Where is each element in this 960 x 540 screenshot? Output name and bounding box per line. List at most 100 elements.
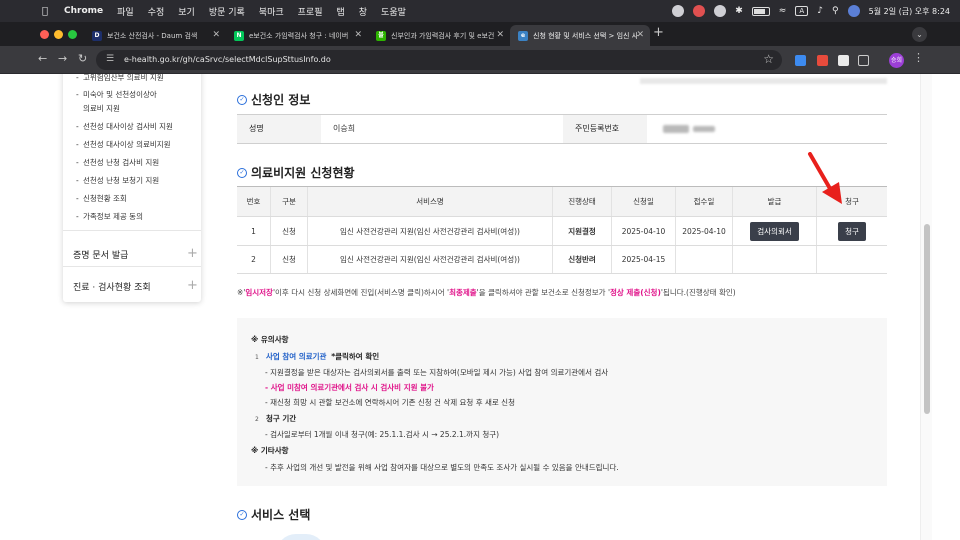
divider [63, 230, 201, 231]
table-row: 2 신청 임신 사전건강관리 지원(임신 사전건강관리 검사비(여성)) 신청반… [237, 246, 887, 274]
expand-plus-icon[interactable]: + [187, 246, 198, 261]
tab-title: 신청 현황 및 서비스 선택 > 임신 사 [533, 31, 639, 40]
scrollbar-thumb[interactable] [924, 224, 930, 414]
download-extension-icon[interactable] [795, 55, 806, 66]
table-row: 1 신청 임신 사전건강관리 지원(임신 사전건강관리 검사비(여성)) 지원결… [237, 217, 887, 246]
close-window-icon[interactable] [40, 30, 49, 39]
tab-favicon: e [518, 30, 528, 41]
profile-avatar[interactable]: 승희 [889, 53, 904, 68]
check-circle-icon: ✓ [237, 167, 247, 178]
menu-help[interactable]: 도움말 [381, 5, 406, 18]
menu-view[interactable]: 보기 [178, 5, 195, 18]
close-tab-icon[interactable]: ✕ [354, 30, 362, 40]
test-referral-button[interactable]: 검사의뢰서 [750, 221, 799, 241]
close-tab-icon[interactable]: ✕ [496, 30, 504, 40]
row-type: 신청 [270, 217, 307, 245]
tab-title: e보건소 가임력검사 청구 : 네이버 [249, 31, 349, 40]
chrome-menu-icon[interactable]: ⋮ [913, 51, 924, 64]
temporary-save-note: ※'임시저장'이후 다시 신청 상세화면에 진입(서비스명 클릭)하시어 '최종… [237, 288, 736, 297]
menubar-datetime[interactable]: 5월 2일 (금) 오후 8:24 [869, 6, 950, 17]
zoom-window-icon[interactable] [68, 30, 77, 39]
volume-icon[interactable]: ♪ [817, 6, 823, 16]
close-tab-icon[interactable]: ✕ [636, 30, 644, 40]
application-status-table: 번호 구분 서비스명 진행상태 신청일 접수일 발급 청구 1 신청 임신 사전… [237, 186, 887, 274]
menu-tab[interactable]: 탭 [336, 5, 344, 18]
sidebar-item-family-consent[interactable]: - 가족정보 제공 동의 [76, 211, 143, 223]
apple-icon[interactable]:  [42, 6, 56, 17]
issue-cell [732, 246, 816, 273]
sidebar-item-hearing-test[interactable]: - 선천성 난청 검사비 지원 [76, 157, 159, 169]
forward-arrow-icon[interactable]: → [58, 52, 67, 65]
tab-naver[interactable]: N e보건소 가임력검사 청구 : 네이버 ✕ [226, 25, 368, 46]
service-name-link[interactable]: 임신 사전건강관리 지원(임신 사전건강관리 검사비(여성)) [307, 217, 552, 245]
received-date: 2025-04-10 [675, 217, 732, 245]
address-bar[interactable]: ☰ e-health.go.kr/gh/caSrvc/selectMdclSup… [96, 50, 782, 70]
control-center-icon[interactable] [847, 5, 860, 17]
menu-profiles[interactable]: 프로필 [298, 5, 323, 18]
col-header: 서비스명 [307, 187, 552, 216]
minimize-window-icon[interactable] [54, 30, 63, 39]
service-name-link[interactable]: 임신 사전건강관리 지원(임신 사전건강관리 검사비(여성)) [307, 246, 552, 273]
keyboard-input-icon[interactable]: A [795, 6, 809, 16]
status-area: ✱ ≈ A ♪ ⚲ 5월 2일 (금) 오후 8:24 [672, 0, 950, 22]
tab-title: 보건소 산전검사 - Daum 검색 [107, 31, 198, 40]
participating-hospital-link[interactable]: 사업 참여 의료기관 [266, 352, 326, 361]
status-record-icon[interactable] [693, 5, 706, 17]
url-text[interactable]: e-health.go.kr/gh/caSrvc/selectMdclSupSt… [124, 55, 331, 64]
tab-title: 신부인과 가임력검사 후기 및 e보건 [391, 31, 495, 40]
close-tab-icon[interactable]: ✕ [212, 30, 220, 40]
sidebar-section-certificate[interactable]: 증명 문서 발급 + [73, 246, 201, 262]
sidebar-item-premature-infant-cont[interactable]: 의료비 지원 [83, 103, 120, 115]
status-chat-icon[interactable] [714, 5, 727, 17]
menu-window[interactable]: 창 [359, 5, 367, 18]
tab-search-chevron-icon[interactable]: ⌄ [912, 27, 927, 42]
status-badge: 지원결정 [552, 217, 611, 245]
menu-file[interactable]: 파일 [117, 5, 134, 18]
other-notes-title: ※ 기타사항 [251, 446, 289, 455]
status-app-icon[interactable] [672, 5, 685, 17]
site-info-icon[interactable]: ☰ [106, 54, 118, 66]
sidebar-item-application-status[interactable]: - 신청현황 조회 [76, 193, 127, 205]
reload-icon[interactable]: ↻ [78, 52, 87, 65]
row-type: 신청 [270, 246, 307, 273]
sidebar-item-metabolic-medical[interactable]: - 선천성 대사이상 의료비지원 [76, 139, 171, 151]
wifi-icon[interactable]: ≈ [779, 6, 787, 16]
tab-favicon: N [234, 30, 244, 41]
col-header: 신청일 [611, 187, 675, 216]
extension-icon[interactable] [838, 55, 849, 66]
received-date [675, 246, 732, 273]
back-arrow-icon[interactable]: ← [38, 52, 47, 65]
tab-blog[interactable]: 블 신부인과 가임력검사 후기 및 e보건 ✕ [368, 25, 510, 46]
applied-date: 2025-04-10 [611, 217, 675, 245]
menu-edit[interactable]: 수정 [148, 5, 165, 18]
sidebar-item-hearing-aid[interactable]: - 선천성 난청 보청기 지원 [76, 175, 159, 187]
claim-button[interactable]: 청구 [838, 221, 866, 241]
expand-plus-icon[interactable]: + [187, 278, 198, 293]
menu-history[interactable]: 방문 기록 [209, 5, 245, 18]
macos-menubar:  Chrome 파일 수정 보기 방문 기록 북마크 프로필 탭 창 도움말 … [0, 0, 960, 22]
bluetooth-icon[interactable]: ✱ [735, 6, 743, 16]
rrn-label: 주민등록번호 [563, 115, 647, 143]
sidebar-item-high-risk-pregnancy[interactable]: - 고위험임산부 의료비 지원 [76, 74, 164, 84]
applicant-info-table: 성명 이승희 주민등록번호 [237, 114, 887, 144]
bookmark-star-icon[interactable]: ☆ [763, 52, 774, 66]
menu-bookmarks[interactable]: 북마크 [259, 5, 284, 18]
col-header: 접수일 [675, 187, 732, 216]
sidebar-section-exam-history[interactable]: 진료 · 검사현황 조회 + [73, 278, 201, 294]
row-number: 1 [251, 226, 256, 236]
sidebar-menu: - 고위험임산부 의료비 지원 - 미숙아 및 선천성이상아 의료비 지원 - 선천성… [63, 74, 201, 302]
notice-title: ※ 유의사항 [251, 335, 289, 344]
tab-daum-search[interactable]: D 보건소 산전검사 - Daum 검색 ✕ [84, 25, 226, 46]
extension-icon[interactable] [817, 55, 828, 66]
spotlight-search-icon[interactable]: ⚲ [832, 6, 839, 16]
sidebar-item-metabolic-test[interactable]: - 선천성 대사이상 검사비 지원 [76, 121, 173, 133]
battery-icon[interactable] [751, 6, 770, 16]
menu-app-name[interactable]: Chrome [64, 6, 103, 16]
tab-e-health-active[interactable]: e 신청 현황 및 서비스 선택 > 임신 사 ✕ [510, 25, 650, 46]
extensions-puzzle-icon[interactable] [858, 55, 869, 66]
claim-cell [816, 246, 887, 273]
redacted-bar [640, 78, 887, 84]
new-tab-plus-icon[interactable]: + [653, 25, 664, 40]
sidebar-item-premature-infant[interactable]: - 미숙아 및 선천성이상아 [76, 89, 157, 101]
notice-line: - 지원결정을 받은 대상자는 검사의뢰서를 출력 또는 지참하여(모바일 제시… [265, 368, 609, 377]
